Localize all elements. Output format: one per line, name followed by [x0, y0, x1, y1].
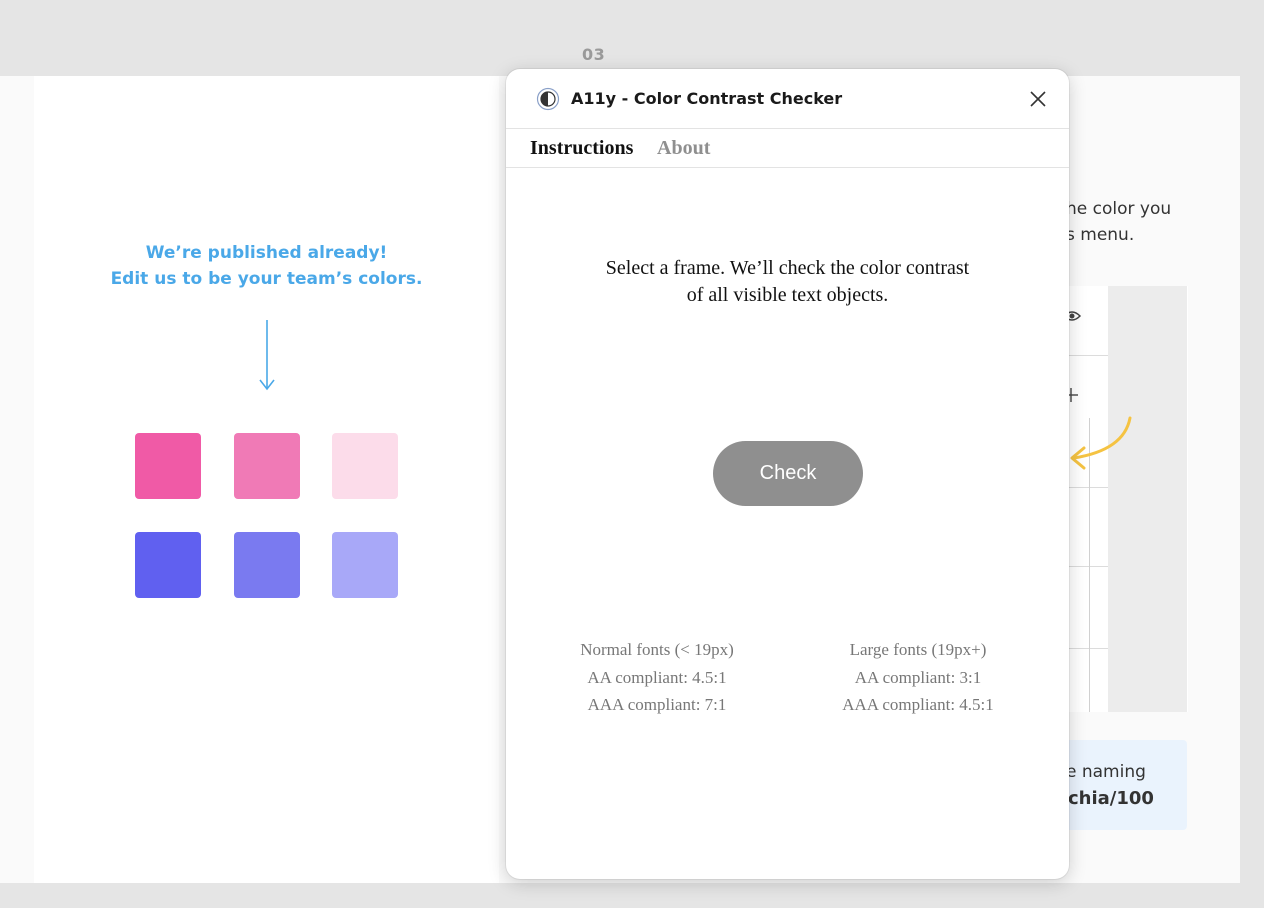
normal-fonts-aaa: AAA compliant: 7:1 — [587, 695, 727, 714]
normal-fonts-aa: AA compliant: 4.5:1 — [587, 667, 727, 687]
swatch-blue-1[interactable] — [135, 532, 201, 598]
large-fonts-info: Large fonts (19px+) AA compliant: 3:1 AA… — [788, 636, 1048, 719]
swatch-pink-1[interactable] — [135, 433, 201, 499]
contrast-icon — [536, 87, 560, 111]
instructions-line1: Select a frame. We’ll check the color co… — [605, 257, 970, 279]
normal-fonts-info: Normal fonts (< 19px) AA compliant: 4.5:… — [527, 636, 787, 719]
close-icon[interactable] — [1026, 87, 1050, 111]
large-fonts-aa: AA compliant: 3:1 — [854, 667, 982, 687]
right-card-text: he color you s menu. — [1066, 196, 1171, 248]
instructions-line2: of all visible text objects. — [686, 284, 889, 306]
frame-label: 03 — [582, 45, 606, 64]
bottom-strip — [0, 883, 1264, 908]
plugin-tabs: Instructions About — [506, 129, 1069, 168]
published-caption: We’re published already! Edit us to be y… — [34, 240, 499, 292]
published-caption-line2: Edit us to be your team’s colors. — [110, 269, 423, 289]
mock-canvas-area — [1108, 286, 1187, 712]
normal-fonts-heading: Normal fonts (< 19px) — [580, 640, 734, 659]
plugin-title: A11y - Color Contrast Checker — [571, 89, 843, 108]
arrow-down-icon — [259, 320, 275, 391]
swatch-pink-3[interactable] — [332, 433, 398, 499]
published-caption-line1: We’re published already! — [145, 243, 388, 263]
tab-about[interactable]: About — [657, 137, 710, 160]
check-button[interactable]: Check — [713, 441, 863, 506]
plugin-titlebar: A11y - Color Contrast Checker — [506, 69, 1069, 129]
info-box-line1: e naming — [1066, 762, 1146, 782]
swatch-blue-3[interactable] — [332, 532, 398, 598]
info-box — [1060, 740, 1187, 830]
large-fonts-heading: Large fonts (19px+) — [849, 640, 987, 659]
plugin-window: A11y - Color Contrast Checker Instructio… — [506, 69, 1069, 879]
right-card-text-line1: he color you — [1066, 199, 1172, 219]
large-fonts-aaa: AAA compliant: 4.5:1 — [842, 695, 994, 714]
info-box-line2: chia/100 — [1068, 788, 1154, 809]
right-card-text-line2: s menu. — [1066, 225, 1135, 245]
instructions-text: Select a frame. We’ll check the color co… — [546, 255, 1029, 309]
swatch-blue-2[interactable] — [234, 532, 300, 598]
curved-arrow-icon — [1070, 416, 1132, 470]
swatch-pink-2[interactable] — [234, 433, 300, 499]
tab-instructions[interactable]: Instructions — [530, 137, 633, 160]
